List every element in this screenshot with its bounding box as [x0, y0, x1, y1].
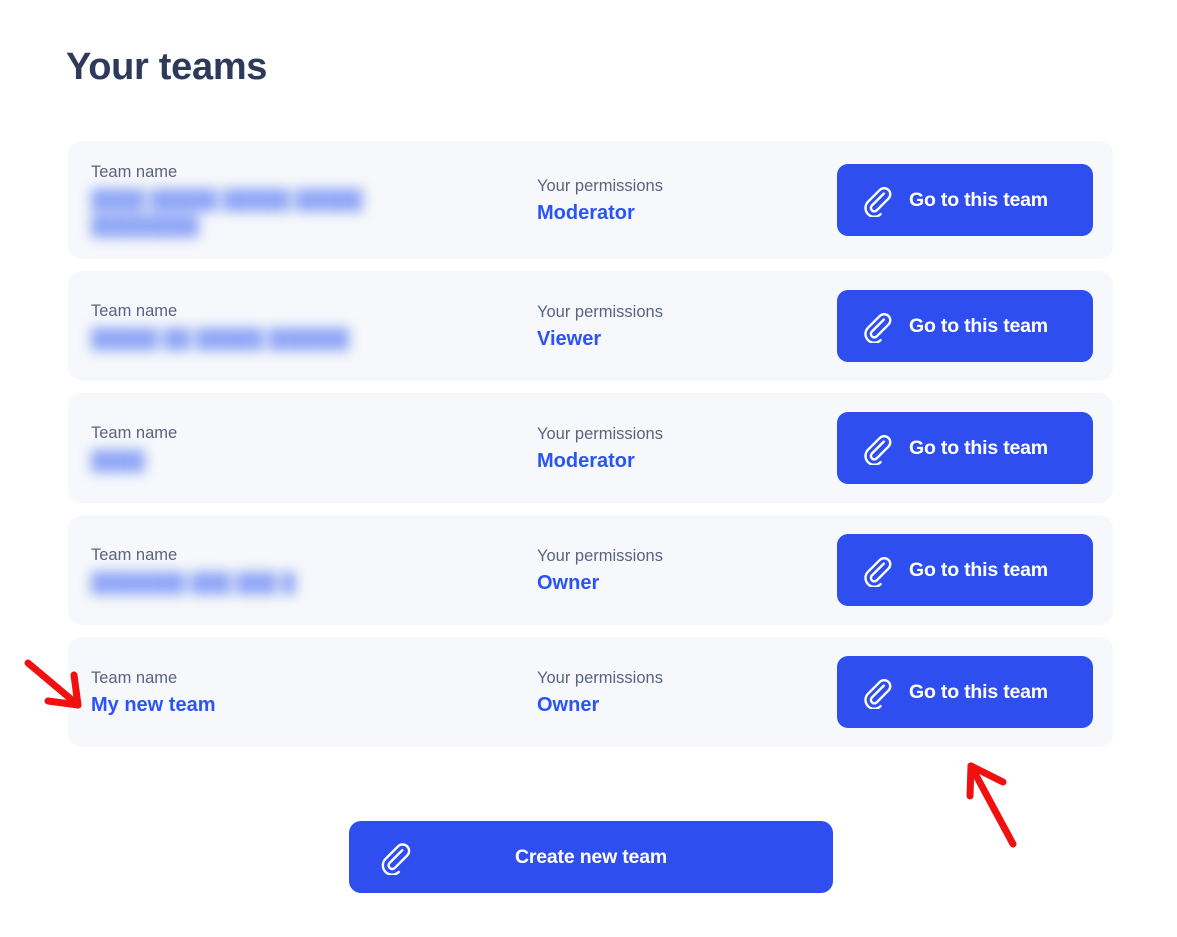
permissions-label: Your permissions: [537, 546, 663, 565]
permissions-value: Owner: [537, 693, 600, 716]
permissions-cell: Your permissions Moderator: [537, 422, 837, 475]
go-to-team-button[interactable]: Go to this team: [837, 290, 1093, 362]
action-cell: Go to this team: [837, 656, 1093, 728]
permissions-cell: Your permissions Viewer: [537, 300, 837, 353]
team-name-label: Team name: [91, 302, 178, 320]
permissions-value: Owner: [537, 571, 600, 594]
team-name-cell: Team name ████ █████ █████ █████ ███████…: [91, 160, 537, 240]
permissions-value: Viewer: [537, 327, 602, 350]
go-to-team-label: Go to this team: [909, 680, 1048, 703]
permissions-cell: Your permissions Owner: [537, 666, 837, 719]
action-cell: Go to this team: [837, 534, 1093, 606]
team-row[interactable]: Team name ███████ ███ ███ █ Your permiss…: [68, 515, 1113, 625]
team-name-value-redacted: █████ ██ █████ ██████: [91, 329, 350, 350]
teams-list: Team name ████ █████ █████ █████ ███████…: [68, 141, 1113, 759]
action-cell: Go to this team: [837, 412, 1093, 484]
paperclip-icon: [859, 183, 893, 217]
go-to-team-label: Go to this team: [909, 436, 1048, 459]
arrow-to-go-to-team-button: [966, 762, 1017, 848]
paperclip-icon: [859, 431, 893, 465]
team-name-cell: Team name █████ ██ █████ ██████: [91, 299, 537, 353]
permissions-value: Moderator: [537, 449, 635, 472]
page-title: Your teams: [66, 46, 268, 88]
create-team-section: Create new team: [349, 821, 833, 893]
permissions-value: Moderator: [537, 201, 635, 224]
your-teams-page: Your teams Team name ████ █████ █████ ██…: [0, 0, 1177, 937]
action-cell: Go to this team: [837, 290, 1093, 362]
team-row[interactable]: Team name ████ █████ █████ █████ ███████…: [68, 141, 1113, 259]
go-to-team-button[interactable]: Go to this team: [837, 656, 1093, 728]
action-cell: Go to this team: [837, 164, 1093, 236]
team-name-cell: Team name My new team: [91, 666, 537, 719]
create-new-team-button[interactable]: Create new team: [349, 821, 833, 893]
team-name-value-redacted: ███████ ███ ███ █: [91, 573, 296, 594]
permissions-label: Your permissions: [537, 176, 663, 195]
team-name-value-redacted: ████ █████ █████ █████ ████████: [91, 190, 363, 237]
permissions-cell: Your permissions Moderator: [537, 174, 837, 227]
paperclip-icon: [376, 839, 412, 875]
team-name-label: Team name: [91, 424, 178, 442]
team-name-label: Team name: [91, 546, 178, 564]
team-name-label: Team name: [91, 668, 178, 687]
go-to-team-button[interactable]: Go to this team: [837, 534, 1093, 606]
paperclip-icon: [859, 553, 893, 587]
team-name-value-redacted: ████: [91, 451, 145, 472]
paperclip-icon: [859, 675, 893, 709]
team-row-my-new-team[interactable]: Team name My new team Your permissions O…: [68, 637, 1113, 747]
team-name-cell: Team name ████: [91, 421, 537, 475]
permissions-label: Your permissions: [537, 424, 663, 443]
paperclip-icon: [859, 309, 893, 343]
create-new-team-label: Create new team: [515, 845, 667, 868]
team-row[interactable]: Team name ████ Your permissions Moderato…: [68, 393, 1113, 503]
go-to-team-button[interactable]: Go to this team: [837, 164, 1093, 236]
permissions-cell: Your permissions Owner: [537, 544, 837, 597]
permissions-label: Your permissions: [537, 668, 663, 687]
go-to-team-button[interactable]: Go to this team: [837, 412, 1093, 484]
go-to-team-label: Go to this team: [909, 188, 1048, 211]
go-to-team-label: Go to this team: [909, 558, 1048, 581]
team-name-label: Team name: [91, 163, 178, 181]
go-to-team-label: Go to this team: [909, 314, 1048, 337]
team-name-value: My new team: [91, 693, 216, 716]
team-name-cell: Team name ███████ ███ ███ █: [91, 543, 537, 597]
permissions-label: Your permissions: [537, 302, 663, 321]
team-row[interactable]: Team name █████ ██ █████ ██████ Your per…: [68, 271, 1113, 381]
